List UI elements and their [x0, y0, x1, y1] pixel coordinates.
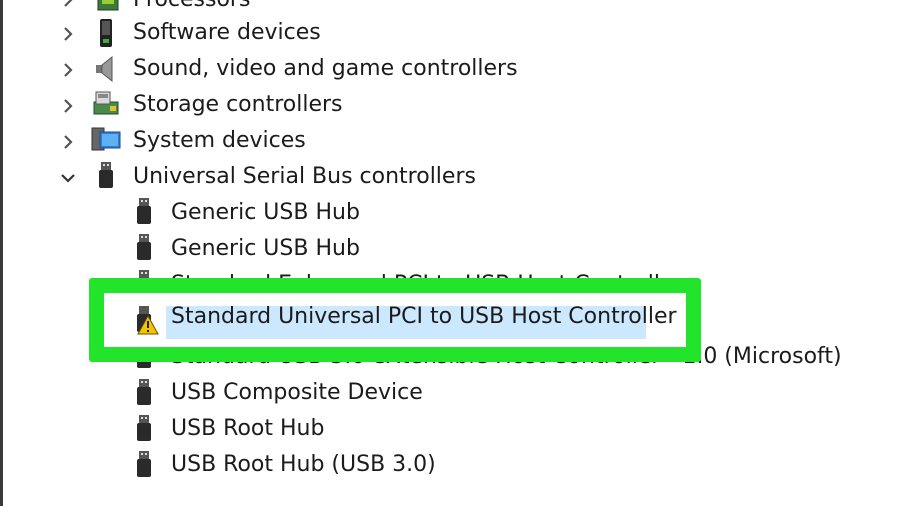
usb-icon — [99, 162, 113, 188]
processor-icon — [97, 0, 119, 11]
storage-controller-icon — [93, 91, 119, 115]
tree-item-label: USB Root Hub (USB 3.0) — [171, 452, 436, 477]
usb-icon — [137, 451, 151, 477]
tree-item-label: USB Root Hub — [171, 416, 325, 441]
chevron-right-icon[interactable] — [58, 132, 78, 152]
tree-item-label: Processors — [133, 0, 250, 12]
tree-item-label: USB Composite Device — [171, 380, 423, 405]
paw-icon — [756, 410, 793, 450]
usb-icon — [137, 415, 151, 441]
chevron-right-icon[interactable] — [58, 0, 78, 10]
chevron-right-icon[interactable] — [58, 60, 78, 80]
watermark-brand-left: Bai — [692, 425, 753, 465]
watermark-brand-right: 经验 — [796, 434, 856, 469]
tree-item-label: Software devices — [133, 20, 321, 45]
tree-item-label: Standard Universal PCI to USB Host Contr… — [171, 304, 677, 329]
window-left-border — [0, 0, 3, 506]
tree-item-label: Storage controllers — [133, 92, 343, 117]
system-device-icon — [91, 127, 121, 151]
tree-item-label: Sound, video and game controllers — [133, 56, 518, 81]
usb-icon — [137, 198, 151, 224]
usb-icon — [137, 379, 151, 405]
tree-item-label: Generic USB Hub — [171, 236, 360, 261]
tree-item-label: Generic USB Hub — [171, 200, 360, 225]
software-device-icon — [100, 19, 112, 47]
usb-warning-icon — [137, 306, 159, 335]
watermark-url: jingyan.baidu.com — [690, 466, 837, 484]
usb-icon — [137, 234, 151, 260]
tree-item-label: Universal Serial Bus controllers — [133, 164, 476, 189]
chevron-down-icon[interactable] — [58, 168, 78, 188]
chevron-right-icon[interactable] — [58, 24, 78, 44]
chevron-right-icon[interactable] — [58, 96, 78, 116]
tree-item-label: System devices — [133, 128, 306, 153]
speaker-icon — [96, 55, 113, 83]
